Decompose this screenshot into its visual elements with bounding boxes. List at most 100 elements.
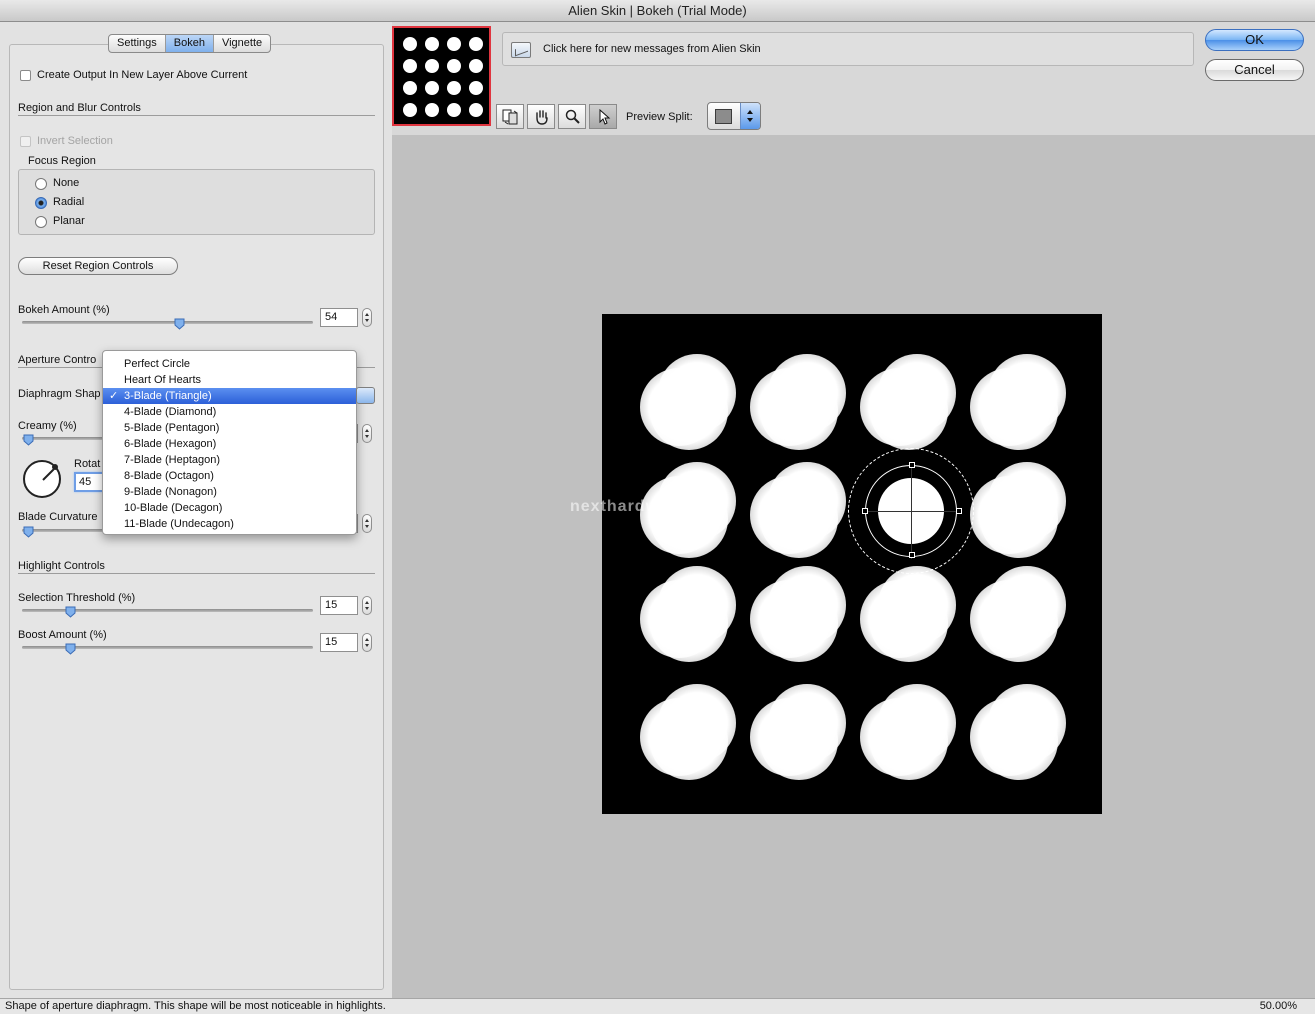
thumbnail-dot xyxy=(403,81,417,95)
boost-amount-stepper[interactable] xyxy=(362,633,372,652)
bokeh-highlight xyxy=(640,684,736,780)
focus-none-radio[interactable] xyxy=(35,178,47,190)
shape-option-11-blade[interactable]: 11-Blade (Undecagon) xyxy=(103,516,356,532)
selection-threshold-label: Selection Threshold (%) xyxy=(18,592,136,604)
thumbnail-dot xyxy=(447,37,461,51)
shape-option-7-blade[interactable]: 7-Blade (Heptagon) xyxy=(103,452,356,468)
blade-curvature-stepper[interactable] xyxy=(362,514,372,533)
thumbnail-dot xyxy=(447,81,461,95)
focus-crosshair-vertical xyxy=(911,465,912,559)
focus-handle-left[interactable] xyxy=(862,508,868,514)
bokeh-blob xyxy=(870,702,948,780)
invert-selection-checkbox[interactable] xyxy=(20,136,31,147)
rotation-dial-knob xyxy=(52,464,58,470)
selection-threshold-input[interactable]: 15 xyxy=(320,596,358,615)
shape-option-8-blade[interactable]: 8-Blade (Octagon) xyxy=(103,468,356,484)
rotation-dial-needle xyxy=(42,468,55,481)
check-icon: ✓ xyxy=(109,390,119,402)
diaphragm-shape-menu: Perfect Circle Heart Of Hearts ✓ 3-Blade … xyxy=(102,350,357,535)
focus-handle-right[interactable] xyxy=(956,508,962,514)
tab-vignette[interactable]: Vignette xyxy=(214,35,270,52)
boost-amount-input[interactable]: 15 xyxy=(320,633,358,652)
status-text: Shape of aperture diaphragm. This shape … xyxy=(5,1000,386,1012)
creamy-stepper[interactable] xyxy=(362,424,372,443)
ok-button[interactable]: OK xyxy=(1205,29,1304,51)
creamy-slider-thumb[interactable] xyxy=(23,434,34,446)
status-bar: Shape of aperture diaphragm. This shape … xyxy=(0,998,1315,1014)
bokeh-blob xyxy=(650,372,728,450)
preview-split-label: Preview Split: xyxy=(626,111,693,123)
boost-amount-slider-thumb[interactable] xyxy=(65,643,76,655)
bokeh-highlight xyxy=(970,684,1066,780)
watermark-text: nexthardware.com xyxy=(570,498,728,515)
shape-option-label: 7-Blade (Heptagon) xyxy=(124,454,221,466)
tab-settings[interactable]: Settings xyxy=(109,35,166,52)
bokeh-highlight xyxy=(640,354,736,450)
shape-option-4-blade[interactable]: 4-Blade (Diamond) xyxy=(103,404,356,420)
bokeh-highlight xyxy=(970,566,1066,662)
preview-split-select[interactable] xyxy=(707,102,761,130)
highlight-section-title: Highlight Controls xyxy=(18,560,105,572)
bokeh-blob xyxy=(980,702,1058,780)
bokeh-highlight xyxy=(860,566,956,662)
rotation-input[interactable]: 45 xyxy=(74,472,104,492)
focus-planar-radio[interactable] xyxy=(35,216,47,228)
preview-split-swatch-icon xyxy=(715,109,732,124)
shape-option-3-blade[interactable]: ✓ 3-Blade (Triangle) xyxy=(103,388,356,404)
zoom-level: 50.00% xyxy=(1259,1000,1297,1012)
bokeh-blob xyxy=(650,702,728,780)
create-output-label: Create Output In New Layer Above Current xyxy=(37,69,248,81)
thumbnail-dot xyxy=(425,103,439,117)
bokeh-highlight xyxy=(860,354,956,450)
bokeh-blob xyxy=(870,584,948,662)
blade-curvature-slider-thumb[interactable] xyxy=(23,526,34,538)
shape-option-9-blade[interactable]: 9-Blade (Nonagon) xyxy=(103,484,356,500)
create-output-checkbox[interactable] xyxy=(20,70,31,81)
compare-tool-button[interactable] xyxy=(496,104,524,129)
shape-option-label: 3-Blade (Triangle) xyxy=(124,390,212,402)
pointer-tool-button[interactable] xyxy=(589,104,617,129)
thumbnail-dot xyxy=(403,103,417,117)
shape-option-5-blade[interactable]: 5-Blade (Pentagon) xyxy=(103,420,356,436)
focus-handle-top[interactable] xyxy=(909,462,915,468)
preview-area[interactable]: nexthardware.com xyxy=(392,135,1315,998)
bokeh-amount-stepper[interactable] xyxy=(362,308,372,327)
boost-amount-label: Boost Amount (%) xyxy=(18,629,107,641)
preview-canvas[interactable] xyxy=(602,314,1102,814)
shape-option-label: 9-Blade (Nonagon) xyxy=(124,486,217,498)
shape-option-6-blade[interactable]: 6-Blade (Hexagon) xyxy=(103,436,356,452)
thumbnail-dot xyxy=(447,103,461,117)
navigator-thumbnail[interactable] xyxy=(392,26,491,126)
shape-option-label: 5-Blade (Pentagon) xyxy=(124,422,220,434)
bokeh-blob xyxy=(980,480,1058,558)
reset-region-controls-button[interactable]: Reset Region Controls xyxy=(18,257,178,275)
bokeh-amount-input[interactable]: 54 xyxy=(320,308,358,327)
focus-none-label: None xyxy=(53,177,80,189)
shape-option-10-blade[interactable]: 10-Blade (Decagon) xyxy=(103,500,356,516)
focus-handle-bottom[interactable] xyxy=(909,552,915,558)
tab-bokeh[interactable]: Bokeh xyxy=(165,35,214,52)
focus-radial-radio[interactable] xyxy=(35,197,47,209)
thumbnail-dot xyxy=(447,59,461,73)
thumbnail-dot xyxy=(469,81,483,95)
bokeh-highlight xyxy=(640,566,736,662)
hand-tool-button[interactable] xyxy=(527,104,555,129)
rotation-dial[interactable] xyxy=(23,460,61,498)
bokeh-amount-slider-track[interactable] xyxy=(22,321,313,324)
diaphragm-shape-select-arrow[interactable] xyxy=(356,387,375,404)
shape-option-perfect-circle[interactable]: Perfect Circle xyxy=(103,356,356,372)
focus-crosshair-horizontal xyxy=(865,511,959,512)
zoom-tool-button[interactable] xyxy=(558,104,586,129)
invert-selection-label: Invert Selection xyxy=(37,135,113,147)
shape-option-label: Heart Of Hearts xyxy=(124,374,202,386)
bokeh-amount-slider-thumb[interactable] xyxy=(174,318,185,330)
shape-option-heart-of-hearts[interactable]: Heart Of Hearts xyxy=(103,372,356,388)
messages-bar[interactable]: Click here for new messages from Alien S… xyxy=(502,32,1194,66)
thumbnail-dot xyxy=(425,81,439,95)
cancel-button[interactable]: Cancel xyxy=(1205,59,1304,81)
bokeh-blob xyxy=(760,584,838,662)
selection-threshold-stepper[interactable] xyxy=(362,596,372,615)
bokeh-blob xyxy=(760,372,838,450)
thumbnail-dot xyxy=(469,103,483,117)
selection-threshold-slider-thumb[interactable] xyxy=(65,606,76,618)
